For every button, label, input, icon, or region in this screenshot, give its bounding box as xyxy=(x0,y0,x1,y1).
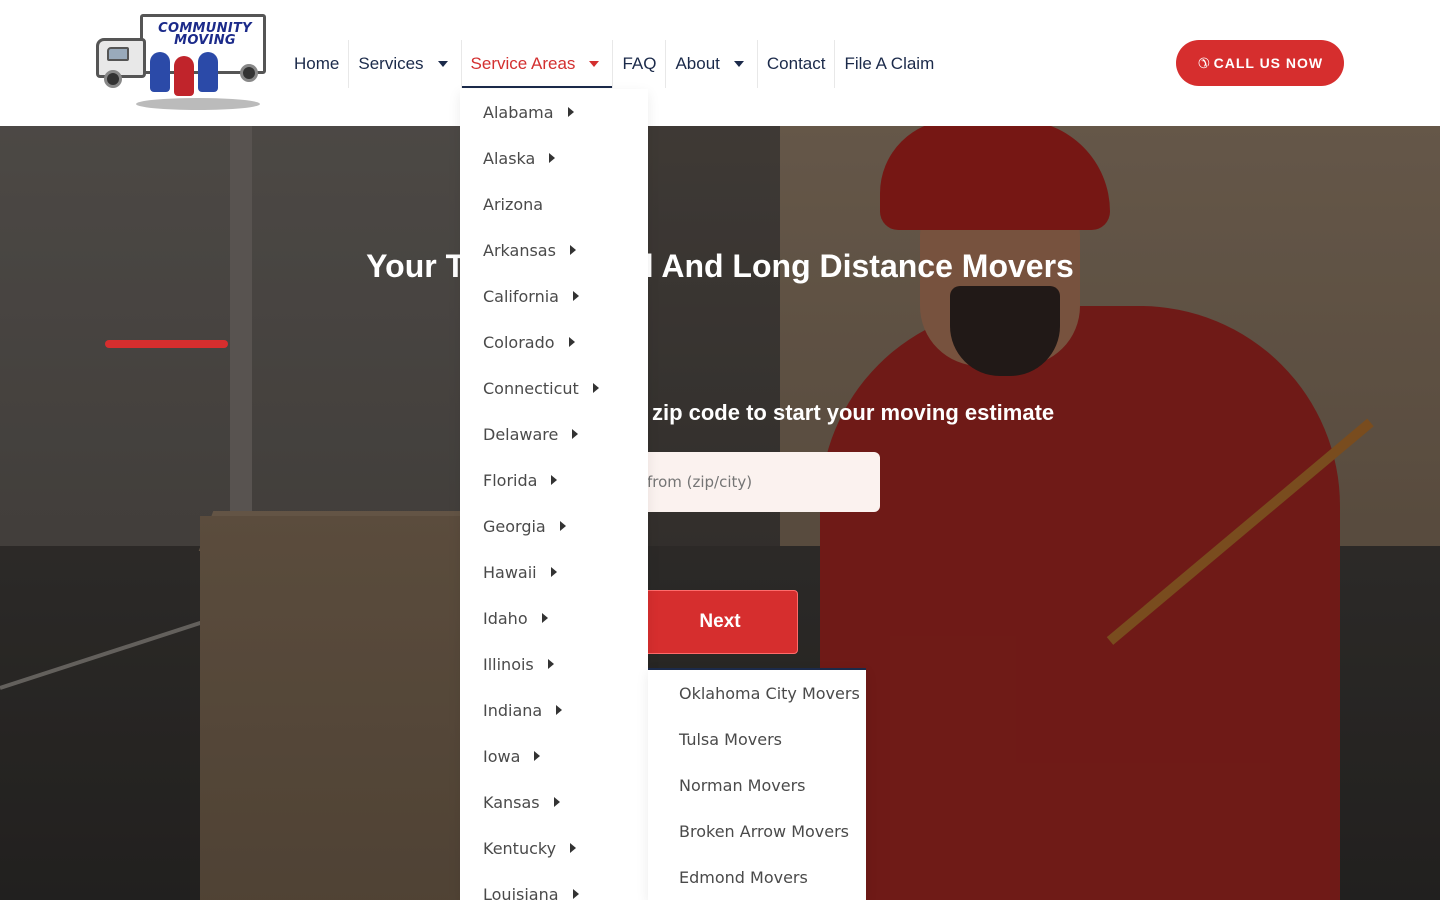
logo-truck-cab xyxy=(96,38,146,78)
nav-item-service-areas[interactable]: Service Areas xyxy=(460,40,613,88)
dropdown-item-label: Kansas xyxy=(483,792,540,812)
dropdown-item-idaho[interactable]: Idaho xyxy=(460,595,648,641)
dropdown-item-label: Connecticut xyxy=(483,378,579,398)
dropdown-item-label: Hawaii xyxy=(483,562,537,582)
dropdown-item-georgia[interactable]: Georgia xyxy=(460,503,648,549)
caret-down-icon xyxy=(589,61,600,67)
site-header: COMMUNITY MOVING Home Services Service A… xyxy=(0,0,1440,126)
caret-right-icon xyxy=(569,245,576,255)
caret-right-icon xyxy=(547,659,554,669)
caret-right-icon xyxy=(559,521,566,531)
caret-down-icon xyxy=(733,61,744,67)
logo-truck-window xyxy=(107,47,129,61)
service-areas-dropdown: Alabama Alaska Arizona Arkansas California Co… xyxy=(460,89,648,900)
dropdown-item-alaska[interactable]: Alaska xyxy=(460,135,648,181)
main-nav: Home Services Service Areas FAQ About Co… xyxy=(284,40,943,88)
next-button[interactable]: Next xyxy=(642,590,798,654)
logo-wheel-icon xyxy=(104,70,122,88)
dropdown-item-arizona[interactable]: Arizona xyxy=(460,181,648,227)
logo-line-2: MOVING xyxy=(174,33,236,48)
caret-right-icon xyxy=(572,889,579,899)
caret-right-icon xyxy=(568,337,575,347)
nav-item-contact[interactable]: Contact xyxy=(756,40,835,88)
nav-item-faq[interactable]: FAQ xyxy=(612,40,665,88)
dropdown-item-connecticut[interactable]: Connecticut xyxy=(460,365,648,411)
dropdown-item-label: Idaho xyxy=(483,608,528,628)
hero-title: Your Trusted Local And Long Distance Mov… xyxy=(366,248,1074,284)
hero-accent-bar xyxy=(105,340,228,348)
logo-mover-figure xyxy=(174,56,194,96)
dropdown-item-louisiana[interactable]: Louisiana xyxy=(460,871,648,900)
dropdown-item-alabama[interactable]: Alabama xyxy=(460,89,648,135)
dropdown-item-label: California xyxy=(483,286,559,306)
dropdown-item-label: Arizona xyxy=(483,194,544,214)
caret-right-icon xyxy=(551,475,558,485)
caret-right-icon xyxy=(553,797,560,807)
caret-right-icon xyxy=(550,567,557,577)
caret-right-icon xyxy=(572,429,579,439)
nav-label: FAQ xyxy=(622,54,657,73)
dropdown-item-hawaii[interactable]: Hawaii xyxy=(460,549,648,595)
dropdown-item-label: Kentucky xyxy=(483,838,557,858)
dropdown-item-illinois[interactable]: Illinois xyxy=(460,641,648,687)
submenu-item-edmond-movers[interactable]: Edmond Movers xyxy=(648,854,866,900)
dropdown-item-label: Louisiana xyxy=(483,884,559,900)
caret-down-icon xyxy=(437,61,448,67)
dropdown-item-label: Arkansas xyxy=(483,240,556,260)
dropdown-item-california[interactable]: California xyxy=(460,273,648,319)
nav-label: Home xyxy=(294,54,340,73)
dropdown-item-colorado[interactable]: Colorado xyxy=(460,319,648,365)
dropdown-item-label: Delaware xyxy=(483,424,559,444)
nav-item-home[interactable]: Home xyxy=(284,40,348,88)
dropdown-item-label: Georgia xyxy=(483,516,546,536)
caret-right-icon xyxy=(592,383,599,393)
dropdown-item-label: Alabama xyxy=(483,102,554,122)
nav-label: File A Claim xyxy=(844,54,935,73)
phone-icon: ✆ xyxy=(1196,54,1210,71)
logo-shadow xyxy=(136,98,260,110)
caret-right-icon xyxy=(549,153,556,163)
dropdown-item-delaware[interactable]: Delaware xyxy=(460,411,648,457)
caret-right-icon xyxy=(567,107,574,117)
caret-right-icon xyxy=(570,843,577,853)
submenu-item-broken-arrow-movers[interactable]: Broken Arrow Movers xyxy=(648,808,866,854)
call-us-now-button[interactable]: ✆ CALL US NOW xyxy=(1176,40,1344,86)
caret-right-icon xyxy=(541,613,548,623)
submenu-item-tulsa-movers[interactable]: Tulsa Movers xyxy=(648,716,866,762)
nav-item-about[interactable]: About xyxy=(665,40,756,88)
nav-item-services[interactable]: Services xyxy=(348,40,460,88)
caret-right-icon xyxy=(534,751,541,761)
caret-right-icon xyxy=(572,291,579,301)
dropdown-item-label: Illinois xyxy=(483,654,534,674)
submenu-item-oklahoma-city-movers[interactable]: Oklahoma City Movers xyxy=(648,670,866,716)
logo-mover-figure xyxy=(150,52,170,92)
call-us-now-label: CALL US NOW xyxy=(1213,55,1324,71)
dropdown-item-kentucky[interactable]: Kentucky xyxy=(460,825,648,871)
logo-wheel-icon xyxy=(240,64,258,82)
nav-label: Services xyxy=(358,54,424,73)
caret-right-icon xyxy=(556,705,563,715)
company-logo[interactable]: COMMUNITY MOVING xyxy=(92,12,274,114)
nav-label: Contact xyxy=(766,54,826,73)
submenu-item-norman-movers[interactable]: Norman Movers xyxy=(648,762,866,808)
dropdown-item-label: Colorado xyxy=(483,332,555,352)
dropdown-item-label: Alaska xyxy=(483,148,536,168)
logo-mover-figure xyxy=(198,52,218,92)
dropdown-item-label: Indiana xyxy=(483,700,543,720)
nav-item-file-a-claim[interactable]: File A Claim xyxy=(834,40,943,88)
estimate-label: Enter your zip code to start your moving… xyxy=(535,400,1055,425)
dropdown-item-kansas[interactable]: Kansas xyxy=(460,779,648,825)
dropdown-item-iowa[interactable]: Iowa xyxy=(460,733,648,779)
logo-text: COMMUNITY MOVING xyxy=(147,22,263,48)
nav-label: About xyxy=(675,54,720,73)
dropdown-item-arkansas[interactable]: Arkansas xyxy=(460,227,648,273)
oklahoma-submenu: Oklahoma City Movers Tulsa Movers Norman M… xyxy=(648,668,866,900)
nav-label: Service Areas xyxy=(470,54,576,73)
dropdown-item-label: Florida xyxy=(483,470,538,490)
dropdown-item-label: Iowa xyxy=(483,746,521,766)
dropdown-item-florida[interactable]: Florida xyxy=(460,457,648,503)
dropdown-item-indiana[interactable]: Indiana xyxy=(460,687,648,733)
